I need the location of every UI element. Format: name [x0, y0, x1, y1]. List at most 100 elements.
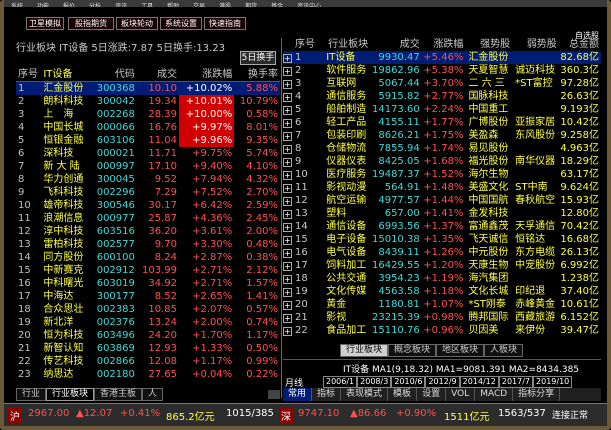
expand-icon[interactable]: + — [283, 80, 292, 89]
expand-icon[interactable]: + — [283, 119, 292, 128]
expand-icon[interactable]: + — [283, 184, 292, 193]
expand-icon[interactable]: + — [283, 197, 292, 206]
year-tick[interactable]: 2014/12 — [459, 376, 499, 388]
table-row[interactable]: 2 软件服务 19862.96 +5.38% 天夏智慧 诚迈科技 360.3亿 — [283, 64, 601, 77]
table-row[interactable]: 9 飞科科技 002296 7.29 +7.52% 2.70% — [16, 186, 280, 199]
left-col-header[interactable]: 代码 — [91, 68, 137, 82]
toolbar-button-1[interactable]: 卫星模拟 — [26, 17, 64, 30]
toolbar-button-5[interactable]: 快速指南 — [204, 17, 246, 30]
right-tab-1[interactable]: 概念板块 — [388, 344, 437, 357]
menu-item-1[interactable]: 功能 — [30, 3, 56, 7]
table-row[interactable]: 13 塑料 657.00 +1.41% 金发科技 12.80亿 — [283, 207, 601, 220]
chart-tab-5[interactable]: VOL — [446, 388, 476, 401]
chart-tab-7[interactable]: 指标分享 — [513, 388, 561, 401]
table-row[interactable]: 19 新北洋 002376 13.24 +2.00% 0.74% — [16, 316, 280, 329]
menu-item-2[interactable]: 报价 — [56, 3, 82, 7]
expand-icon[interactable]: + — [283, 314, 292, 323]
table-row[interactable]: 13 雷柏科技 002577 9.70 +3.30% 0.48% — [16, 238, 280, 251]
expand-icon[interactable]: + — [283, 210, 292, 219]
year-tick[interactable]: 2012/9 — [425, 376, 460, 388]
table-row[interactable]: 5 船舶制造 14173.60 +2.24% 中国重工 9.193亿 — [283, 103, 601, 116]
table-row[interactable]: 21 新智认知 603869 12.93 +1.33% 0.50% — [16, 342, 280, 355]
left-scrollbar[interactable] — [268, 390, 280, 399]
table-row[interactable]: 7 新 大 陆 000997 17.10 +9.40% 4.10% — [16, 160, 280, 173]
chart-tab-0[interactable]: 常用 — [283, 388, 313, 401]
table-row[interactable]: 20 恒为科技 603496 24.20 +1.70% 1.17% — [16, 329, 280, 342]
year-tick[interactable]: 2010/6 — [391, 376, 426, 388]
menu-item-5[interactable]: 工具 — [134, 3, 160, 7]
table-row[interactable]: 1 IT设备 9930.47 +5.46% 汇金股份 82.68亿 — [283, 51, 601, 64]
table-row[interactable]: 10 医疗服务 19487.37 +1.52% 海尔生物 63.17亿 — [283, 168, 601, 181]
toolbar-button-4[interactable]: 系统设置 — [160, 17, 202, 30]
left-tab-1[interactable]: 行业板块 — [46, 388, 95, 401]
table-row[interactable]: 18 合众思壮 002383 10.85 +2.07% 0.57% — [16, 303, 280, 316]
table-row[interactable]: 4 通信服务 5915.82 +2.77% 国脉科技 26.63亿 — [283, 90, 601, 103]
left-col-header[interactable]: 换手率 — [234, 68, 280, 82]
right-col-header[interactable]: 涨跌幅 — [422, 38, 466, 51]
right-tab-0[interactable]: 行业板块 — [340, 344, 389, 357]
right-col-header[interactable]: 弱势股 — [512, 38, 559, 51]
sz-index[interactable]: 9747.10 — [298, 408, 339, 419]
table-row[interactable]: 8 仓储物流 7855.94 +1.74% 易见股份 4.963亿 — [283, 142, 601, 155]
right-col-header[interactable]: 强势股 — [465, 38, 512, 51]
chart-tab-4[interactable]: 设置 — [417, 388, 447, 401]
table-row[interactable]: 21 影视 23215.39 +0.98% 腾邦国际 西藏旅游 6.152亿 — [283, 311, 601, 324]
expand-icon[interactable]: + — [283, 54, 292, 63]
left-tab-3[interactable]: 人 — [142, 388, 164, 401]
chart-tab-3[interactable]: 模板 — [388, 388, 418, 401]
table-row[interactable]: 1 汇金股份 300368 10.10 +10.02% 5.88% — [16, 81, 280, 95]
right-tab-2[interactable]: 地区板块 — [436, 344, 485, 357]
expand-icon[interactable]: + — [283, 158, 292, 167]
expand-icon[interactable]: + — [283, 67, 292, 76]
turnover-5day-button[interactable]: 5日换手 — [240, 51, 276, 65]
expand-icon[interactable]: + — [283, 106, 292, 115]
expand-icon[interactable]: + — [283, 223, 292, 232]
expand-icon[interactable]: + — [283, 93, 292, 102]
menu-item-10[interactable]: 基金 — [264, 3, 290, 7]
expand-icon[interactable]: + — [283, 145, 292, 154]
table-row[interactable]: 15 电子设备 15010.38 +1.35% 飞天诚信 恒铭达 16.68亿 — [283, 233, 601, 246]
left-col-header[interactable]: 序号 — [16, 68, 44, 82]
expand-icon[interactable]: + — [283, 275, 292, 284]
table-row[interactable]: 12 航空运输 4977.57 +1.44% 中国国航 春秋航空 15.93亿 — [283, 194, 601, 207]
expand-icon[interactable]: + — [283, 236, 292, 245]
right-col-header[interactable]: 总金额 — [559, 38, 601, 51]
chart-tab-6[interactable]: MACD — [475, 388, 514, 401]
left-col-header[interactable]: 涨跌幅 — [179, 68, 235, 82]
right-tab-3[interactable]: 人板块 — [484, 344, 524, 357]
table-row[interactable]: 18 公共交通 3954.23 +1.19% 海汽集团 1.238亿 — [283, 272, 601, 285]
table-row[interactable]: 17 中海达 300177 8.52 +2.65% 1.41% — [16, 290, 280, 303]
sh-index[interactable]: 2967.00 — [28, 408, 69, 419]
table-row[interactable]: 9 仪器仪表 8425.05 +1.68% 福光股份 南华仪器 18.29亿 — [283, 155, 601, 168]
menu-item-4[interactable]: 资讯 — [108, 3, 134, 7]
table-row[interactable]: 11 浪潮信息 000977 25.87 +4.36% 2.45% — [16, 212, 280, 225]
table-row[interactable]: 6 深科技 000021 11.71 +9.75% 5.74% — [16, 147, 280, 160]
table-row[interactable]: 22 传艺科技 002866 12.08 +1.17% 0.99% — [16, 355, 280, 368]
expand-icon[interactable]: + — [283, 327, 292, 336]
expand-icon[interactable]: + — [283, 171, 292, 180]
left-col-header[interactable]: 成交 — [136, 68, 180, 82]
expand-icon[interactable]: + — [283, 249, 292, 258]
table-row[interactable]: 19 文化传媒 4563.58 +1.18% 文化长城 印纪退 37.40亿 — [283, 285, 601, 298]
expand-icon[interactable]: + — [283, 262, 292, 271]
left-tab-2[interactable]: 香港主板 — [94, 388, 143, 401]
table-row[interactable]: 3 互联网 5067.44 +3.70% 二 六 三 *ST富控 97.28亿 — [283, 77, 601, 90]
menu-item-11[interactable]: 资讯中心 — [290, 3, 328, 7]
table-row[interactable]: 23 纳思达 002180 27.65 +0.04% 0.22% — [16, 368, 280, 381]
year-tick[interactable]: 2017/7 — [498, 376, 534, 388]
chart-tab-2[interactable]: 表现模式 — [341, 388, 389, 401]
left-tab-0[interactable]: 行业 — [16, 388, 47, 401]
table-row[interactable]: 11 影视动漫 564.91 +1.48% 美盛文化 ST中南 9.624亿 — [283, 181, 601, 194]
table-row[interactable]: 16 中科曙光 603019 34.92 +2.71% 1.57% — [16, 277, 280, 290]
panel-divider[interactable] — [281, 38, 282, 398]
right-col-header[interactable]: 序号 — [283, 38, 318, 51]
menu-item-7[interactable]: 交易 — [186, 3, 212, 7]
table-row[interactable]: 8 华力创通 300045 9.52 +7.94% 4.32% — [16, 173, 280, 186]
table-row[interactable]: 5 恒银金融 603106 11.04 +9.96% 9.35% — [16, 134, 280, 147]
table-row[interactable]: 12 淳中科技 603516 36.20 +3.61% 2.00% — [16, 225, 280, 238]
menu-item-6[interactable]: 帮助 — [160, 3, 186, 7]
left-col-header[interactable]: IT设备 — [43, 68, 92, 82]
table-row[interactable]: 7 包装印刷 8626.21 +1.75% 美盈森 东风股份 9.258亿 — [283, 129, 601, 142]
table-row[interactable]: 4 中国长城 000066 16.76 +9.97% 8.01% — [16, 121, 280, 134]
toolbar-button-3[interactable]: 板块轮动 — [116, 17, 158, 30]
